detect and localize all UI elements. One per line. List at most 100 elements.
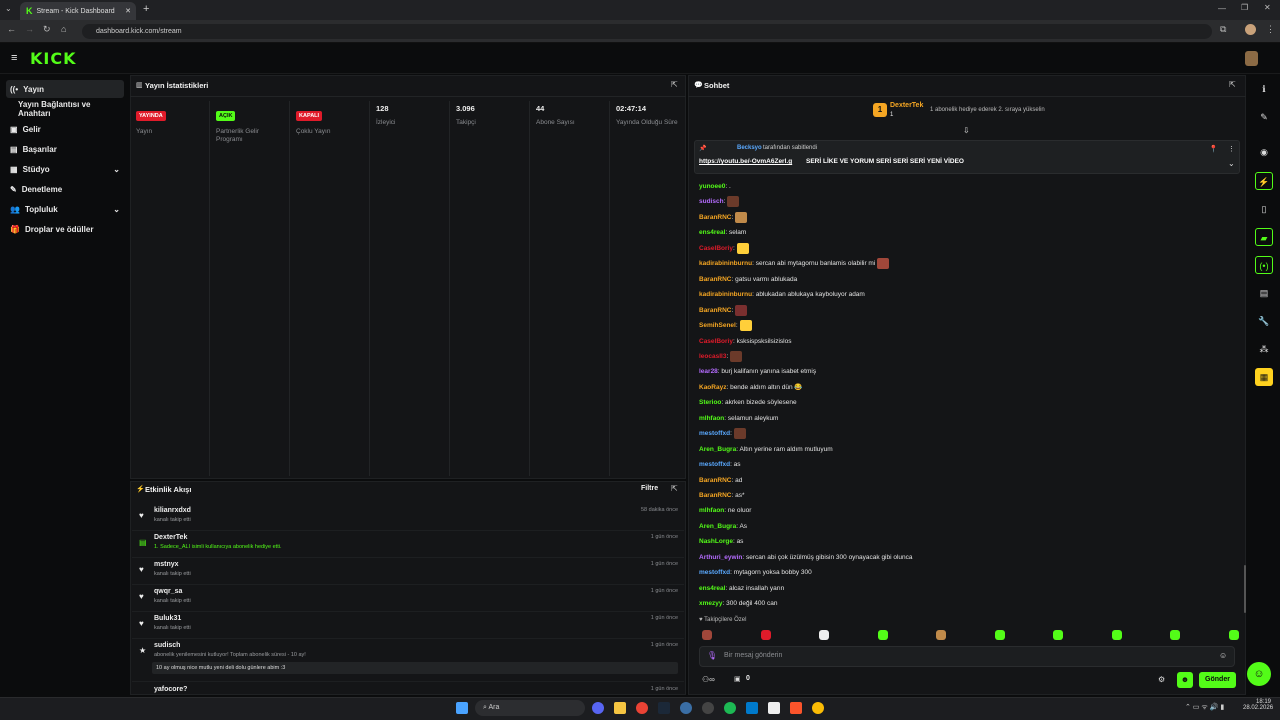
popout-icon[interactable]: ⇱ (671, 80, 678, 89)
chevron-down-icon[interactable]: ⌄ (1228, 159, 1235, 168)
emote-shortcut[interactable] (994, 630, 1005, 640)
emote-shortcut[interactable] (819, 630, 829, 640)
chat-username[interactable]: BaranRNC (699, 276, 732, 283)
document-icon[interactable]: ▯ (1255, 200, 1273, 218)
chat-input-placeholder[interactable]: Bir mesaj gönderin (724, 652, 782, 659)
emote-shortcut[interactable] (1228, 630, 1239, 640)
tab-menu-icon[interactable]: ⌄ (5, 4, 12, 13)
chat-username[interactable]: Aren_Bugra (699, 523, 736, 530)
chrome-alt-icon[interactable] (812, 702, 824, 714)
chat-username[interactable]: xmezyy (699, 600, 723, 607)
chat-username[interactable]: mlhfaon (699, 507, 724, 514)
emote-image[interactable] (877, 258, 890, 270)
chat-username[interactable]: ens4real (699, 585, 725, 592)
sidebar-item-studyo[interactable]: ▦ Stüdyo ⌄ (6, 160, 124, 178)
new-tab-icon[interactable]: + (143, 3, 149, 15)
chat-username[interactable]: BaranRNC (699, 214, 732, 221)
emote-shortcut[interactable] (1111, 630, 1122, 640)
emote-image[interactable] (739, 320, 752, 332)
emote-image[interactable] (727, 196, 740, 208)
steam-icon[interactable] (658, 702, 670, 714)
broadcast-icon[interactable]: (•) (1255, 256, 1273, 274)
app-icon[interactable] (680, 702, 692, 714)
chat-username[interactable]: leocasIl3 (699, 353, 726, 360)
event-user[interactable]: mstnyx (154, 561, 179, 568)
chat-username[interactable]: ens4real (699, 229, 725, 236)
maximize-icon[interactable]: ❐ (1241, 3, 1248, 12)
chat-scrollbar[interactable] (1244, 565, 1246, 613)
chat-username[interactable]: Sterioo (699, 399, 721, 406)
wrench-icon[interactable]: 🔧 (1255, 312, 1273, 330)
pinned-by-user[interactable]: Becksyo (737, 145, 762, 151)
infinity-icon[interactable]: ⚇∞ (702, 675, 715, 684)
chat-username[interactable]: Arthuri_eywin (699, 554, 742, 561)
forward-icon[interactable]: → (25, 24, 34, 34)
chat-username[interactable]: kadirabininburnu (699, 291, 752, 298)
users-icon[interactable]: ⁂ (1255, 340, 1273, 358)
event-user[interactable]: kilianrxdxd (154, 507, 191, 514)
home-icon[interactable]: ⌂ (61, 24, 66, 34)
emote-shortcut[interactable] (702, 630, 712, 640)
sidebar-item-topluluk[interactable]: 👥 Topluluk ⌄ (6, 200, 124, 218)
popout-icon[interactable]: ⇱ (1229, 80, 1236, 89)
unpin-icon[interactable]: 📍 (1209, 145, 1218, 153)
sidebar-item-denetleme[interactable]: ✎ Denetleme (6, 180, 124, 198)
event-user[interactable]: sudisch (154, 642, 180, 649)
pinned-link[interactable]: https://youtu.be/-OvmA6Zerl.g (699, 158, 792, 165)
edit-icon[interactable]: ✎ (1255, 108, 1273, 126)
emote-shortcut[interactable] (1170, 630, 1180, 640)
chat-username[interactable]: BaranRNC (699, 477, 732, 484)
chat-username[interactable]: yunoee0 (699, 183, 725, 190)
chat-username[interactable]: mestoffxd (699, 569, 730, 576)
chat-username[interactable]: KaoRayz (699, 384, 726, 391)
clapper-icon[interactable]: ▦ (1255, 368, 1273, 386)
camera-icon[interactable]: ◉ (1255, 143, 1273, 161)
user-avatar[interactable] (1245, 51, 1258, 66)
emote-image[interactable] (735, 211, 748, 223)
quick-emote-icon[interactable]: ☻ (1177, 672, 1193, 688)
notion-icon[interactable] (768, 702, 780, 714)
emote-image[interactable] (736, 242, 749, 254)
start-icon[interactable] (456, 702, 468, 714)
bolt-icon[interactable]: ⚡ (1255, 172, 1273, 190)
send-button[interactable]: Gönder (1199, 672, 1236, 688)
event-user[interactable]: DexterTek (154, 534, 187, 541)
browser-tab[interactable]: K Stream - Kick Dashboard ✕ (20, 2, 136, 20)
close-icon[interactable]: ✕ (125, 7, 131, 15)
event-user[interactable]: Buluk31 (154, 615, 181, 622)
emote-shortcut[interactable] (760, 630, 771, 640)
tray-icons[interactable]: ⌃ ▭ ᯤ 🔊 ▮ (1185, 703, 1224, 712)
url-field[interactable]: dashboard.kick.com/stream (82, 24, 1212, 39)
brave-icon[interactable] (790, 702, 802, 714)
sidebar-item-basarilar[interactable]: ▤ Başarılar (6, 140, 124, 158)
chat-username[interactable]: Aren_Bugra (699, 446, 736, 453)
gifter-name[interactable]: DexterTek (890, 102, 923, 109)
chat-username[interactable]: BaranRNC (699, 492, 732, 499)
more-icon[interactable]: ⋮ (1228, 145, 1235, 153)
hamburger-menu-icon[interactable]: ≡ (11, 52, 17, 64)
popout-icon[interactable]: ⇱ (671, 484, 678, 493)
settings-gear-icon[interactable]: ⚙ (1158, 675, 1165, 684)
microphone-icon[interactable]: 🎙 (707, 651, 717, 660)
file-explorer-icon[interactable] (614, 702, 626, 714)
reload-icon[interactable]: ↻ (43, 24, 51, 35)
chat-bubble-icon[interactable]: ▰ (1255, 228, 1273, 246)
window-close-icon[interactable]: ✕ (1264, 3, 1271, 12)
chat-username[interactable]: sudisch (699, 199, 724, 206)
sidebar-item-stream-key[interactable]: Yayın Bağlantısı ve Anahtarı (6, 100, 124, 118)
chat-username[interactable]: BaranRNC (699, 307, 732, 314)
layers-icon[interactable]: ▤ (1255, 284, 1273, 302)
chat-username[interactable]: mestoffxd (699, 461, 730, 468)
filter-button[interactable]: Filtre (641, 485, 658, 492)
minimize-icon[interactable]: — (1218, 4, 1226, 13)
emote-shortcut[interactable] (877, 630, 888, 640)
kick-logo[interactable]: KICK (30, 49, 77, 68)
sidebar-item-gelir[interactable]: ▣ Gelir (6, 120, 124, 138)
help-chat-icon[interactable]: ☺ (1247, 662, 1271, 686)
sidebar-item-yayin[interactable]: ((• Yayın (6, 80, 124, 98)
discord-icon[interactable] (592, 702, 604, 714)
emote-image[interactable] (735, 304, 748, 316)
chat-username[interactable]: SemihSenel (699, 322, 736, 329)
clock[interactable]: 18:19 28.02.2026 (1243, 699, 1273, 711)
taskbar-search[interactable]: ⌕ Ara (475, 700, 585, 716)
